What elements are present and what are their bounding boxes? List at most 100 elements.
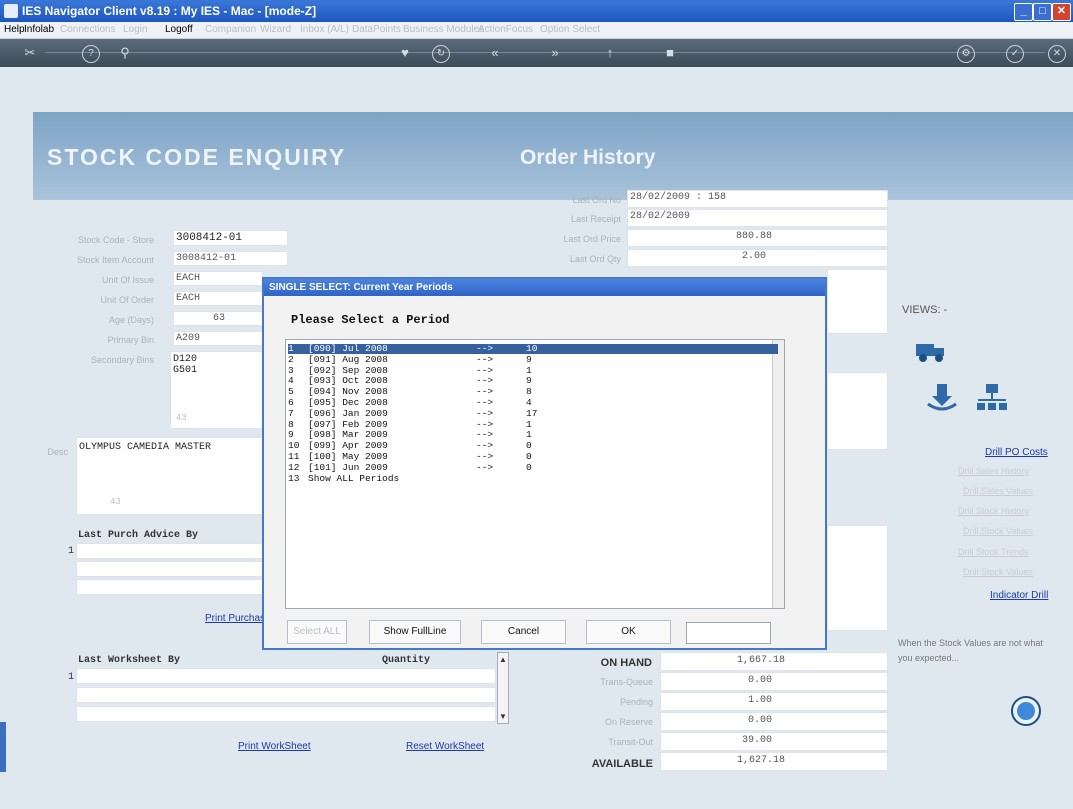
disabled-view-link: Drill Sales History (958, 466, 1030, 476)
age-days-field[interactable]: 63 (173, 311, 263, 326)
settings-icon[interactable]: ⚙ (957, 45, 975, 63)
period-count: 0 (526, 461, 532, 473)
search-icon[interactable]: ⚲ (115, 45, 135, 61)
info-circle-icon[interactable] (1010, 695, 1042, 730)
period-label: [101] Jun 2009 (308, 461, 388, 473)
available-label: AVAILABLE (591, 758, 653, 770)
period-list-scrollbar[interactable] (772, 340, 784, 608)
reset-worksheet-link[interactable]: Reset WorkSheet (406, 741, 484, 752)
period-label: [095] Dec 2008 (308, 397, 388, 408)
menu-item[interactable]: Business Modules (403, 24, 484, 35)
worksheet-row[interactable] (76, 706, 496, 722)
rewind-icon[interactable]: « (485, 45, 505, 61)
field-label: Pending (619, 697, 653, 707)
stock-item-account-field[interactable]: 3008412-01 (173, 251, 288, 266)
close-icon[interactable]: ✕ (1052, 3, 1071, 21)
download-icon[interactable] (925, 382, 959, 415)
period-list[interactable]: 1 [090] Jul 2008 --> 10 2 [091] Aug 2008 --> 9 3… (285, 339, 785, 609)
exit-icon[interactable]: ✕ (1048, 45, 1066, 63)
menu-item[interactable]: Connections (60, 24, 116, 35)
empty-field-box (827, 269, 888, 334)
field-label: Age (Days) (108, 315, 154, 325)
refresh-icon[interactable]: ↻ (432, 45, 450, 63)
description-field[interactable]: OLYMPUS CAMEDIA MASTER (76, 437, 266, 515)
maximize-icon[interactable]: □ (1033, 3, 1052, 21)
disabled-view-link: Drill Stock Trends (958, 547, 1029, 557)
minimize-icon[interactable]: _ (1014, 3, 1033, 21)
side-tab[interactable] (0, 722, 6, 772)
field-label: Last Receipt (570, 214, 621, 224)
network-icon[interactable] (975, 382, 1009, 415)
ok-button[interactable]: OK (586, 620, 671, 644)
menu-item[interactable]: DataPoints (352, 24, 401, 35)
purch-advice-row[interactable] (76, 561, 266, 577)
menu-item[interactable]: Option Select (540, 24, 600, 35)
period-count: 17 (526, 407, 538, 419)
menu-item[interactable]: Companion (205, 24, 256, 35)
window-title: IES Navigator Client v8.19 : My IES - Ma… (22, 4, 317, 18)
period-number: 12 (288, 461, 300, 473)
period-number: 10 (288, 440, 300, 452)
period-label: [093] Oct 2008 (308, 375, 388, 387)
menu-item[interactable]: Infolab (24, 24, 54, 35)
purch-advice-row[interactable] (76, 543, 266, 559)
forward-icon[interactable]: » (545, 45, 565, 61)
unit-of-issue-field[interactable]: EACH (173, 271, 263, 286)
indicator-drill-link[interactable]: Indicator Drill (990, 590, 1048, 601)
scroll-up-icon[interactable]: ▲ (499, 655, 507, 664)
last-order-qty-field[interactable]: 2.00 (627, 249, 888, 267)
last-order-no-field[interactable]: 28/02/2009 : 158 (627, 190, 888, 208)
menu-item[interactable]: Wizard (260, 24, 291, 35)
print-purchase-link[interactable]: Print Purchase (205, 613, 271, 624)
field-label: Unit Of Order (100, 295, 154, 305)
field-label: Last Ord No (572, 195, 621, 205)
worksheet-row[interactable] (76, 668, 496, 684)
period-count: 9 (526, 375, 532, 387)
purch-advice-row[interactable] (76, 579, 266, 595)
period-number: 2 (288, 353, 294, 365)
field-label: Stock Item Account (76, 255, 154, 265)
worksheet-row-number: 1 (68, 672, 75, 683)
period-number: 9 (288, 429, 294, 441)
period-number: 8 (288, 418, 294, 430)
menu-item[interactable]: Inbox (A/L) (300, 24, 349, 35)
primary-bin-field[interactable]: A209 (173, 331, 263, 346)
period-count: 0 (526, 440, 532, 452)
last-receipt-field[interactable]: 28/02/2009 (627, 209, 888, 227)
worksheet-header: Last Worksheet By (78, 655, 181, 666)
menu-item[interactable]: Login (123, 24, 147, 35)
help-icon[interactable]: ? (82, 45, 100, 63)
select-all-button[interactable]: Select ALL (287, 620, 347, 644)
heart-icon[interactable]: ♥ (395, 45, 415, 61)
period-arrow: --> (476, 451, 494, 462)
drill-po-costs-link[interactable]: Drill PO Costs (985, 447, 1048, 458)
show-full-line-button[interactable]: Show FullLine (369, 620, 461, 644)
period-arrow: --> (476, 418, 494, 430)
period-count: 4 (526, 397, 532, 408)
period-count: 1 (526, 364, 532, 376)
truck-icon[interactable] (915, 338, 947, 367)
period-count: 9 (526, 353, 532, 365)
stock-code-field[interactable]: 3008412-01 (173, 230, 288, 246)
check-icon[interactable]: ✓ (1006, 45, 1024, 63)
pending-value: 1.00 (660, 692, 888, 711)
up-icon[interactable]: ↑ (600, 45, 620, 61)
menu-item[interactable]: Help (4, 24, 25, 35)
dialog-input[interactable] (686, 622, 771, 644)
last-order-price-field[interactable]: 880.88 (627, 229, 888, 247)
worksheet-scrollbar[interactable]: ▲ ▼ (497, 652, 509, 724)
cancel-button[interactable]: Cancel (481, 620, 566, 644)
field-label: Desc (47, 447, 68, 457)
stop-icon[interactable]: ■ (660, 45, 680, 61)
period-number: 5 (288, 386, 294, 398)
period-list-row[interactable]: 1 [090] Jul 2008 --> 10 (288, 344, 778, 354)
field-label: Primary Bin (107, 335, 154, 345)
unit-of-order-field[interactable]: EACH (173, 291, 263, 306)
menu-item[interactable]: Logoff (165, 24, 193, 35)
app-icon (4, 4, 18, 18)
scissors-icon[interactable]: ✂ (20, 45, 40, 61)
print-worksheet-link[interactable]: Print WorkSheet (238, 741, 311, 752)
menu-item[interactable]: ActionFocus (478, 24, 533, 35)
scroll-down-icon[interactable]: ▼ (499, 712, 507, 721)
worksheet-row[interactable] (76, 687, 496, 703)
